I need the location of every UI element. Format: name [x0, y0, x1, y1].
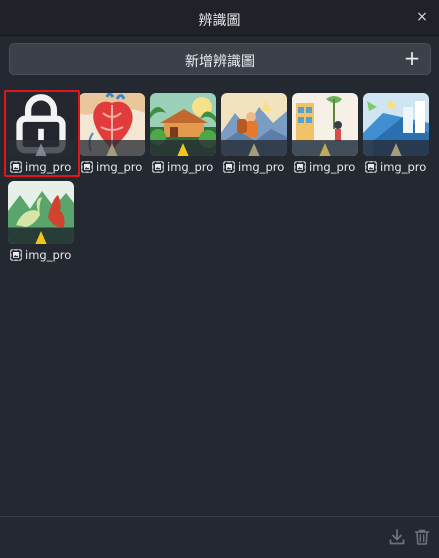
trash-icon[interactable]: [413, 528, 431, 546]
add-marker-button[interactable]: 新增辨識圖 +: [9, 43, 431, 75]
marker-thumbnail: [292, 93, 358, 156]
image-marker-icon: [365, 161, 377, 173]
star-rating: [292, 140, 358, 156]
star-rating: [363, 140, 429, 156]
marker-thumbnail: [8, 181, 74, 244]
star-empty-icon: [319, 143, 331, 156]
image-marker-icon: [223, 161, 235, 173]
marker-thumbnail: [8, 93, 74, 156]
marker-caption: img_pro: [223, 159, 291, 175]
image-marker-icon: [10, 249, 22, 261]
image-marker-icon: [294, 161, 306, 173]
plus-icon[interactable]: +: [402, 48, 422, 68]
download-icon[interactable]: [388, 528, 406, 546]
marker-thumbnail: [363, 93, 429, 156]
marker-name: img_pro: [309, 160, 356, 174]
window-titlebar: 辨識圖 ×: [0, 0, 439, 36]
marker-thumbnail: [221, 93, 287, 156]
marker-card[interactable]: img_pro: [79, 93, 145, 177]
marker-card[interactable]: img_pro: [8, 181, 74, 265]
marker-caption: img_pro: [365, 159, 433, 175]
image-marker-icon: [10, 161, 22, 173]
image-marker-icon: [81, 161, 93, 173]
star-empty-icon: [248, 143, 260, 156]
marker-card[interactable]: img_pro: [8, 93, 74, 177]
marker-caption: img_pro: [152, 159, 220, 175]
marker-thumbnail: [79, 93, 145, 156]
marker-name: img_pro: [25, 248, 72, 262]
add-marker-label: 新增辨識圖: [185, 54, 255, 70]
close-icon[interactable]: ×: [415, 10, 429, 24]
marker-card[interactable]: img_pro: [150, 93, 216, 177]
footer-toolbar: [0, 516, 439, 558]
window-title: 辨識圖: [198, 13, 241, 29]
star-rating: [150, 140, 216, 156]
marker-name: img_pro: [96, 160, 143, 174]
star-rating: [8, 228, 74, 244]
marker-name: img_pro: [238, 160, 285, 174]
marker-caption: img_pro: [294, 159, 362, 175]
marker-name: img_pro: [380, 160, 427, 174]
marker-name: img_pro: [167, 160, 214, 174]
marker-card[interactable]: img_pro: [292, 93, 358, 177]
star-empty-icon: [390, 143, 402, 156]
star-filled-icon: [35, 231, 47, 244]
star-rating: [221, 140, 287, 156]
marker-caption: img_pro: [10, 247, 78, 263]
marker-caption: img_pro: [10, 159, 78, 175]
marker-caption: img_pro: [81, 159, 149, 175]
star-empty-icon: [35, 143, 47, 156]
marker-name: img_pro: [25, 160, 72, 174]
marker-card[interactable]: img_pro: [221, 93, 287, 177]
marker-thumbnail: [150, 93, 216, 156]
star-filled-icon: [177, 143, 189, 156]
marker-card[interactable]: img_pro: [363, 93, 429, 177]
star-rating: [79, 140, 145, 156]
star-rating: [8, 140, 74, 156]
image-marker-icon: [152, 161, 164, 173]
star-empty-icon: [106, 143, 118, 156]
